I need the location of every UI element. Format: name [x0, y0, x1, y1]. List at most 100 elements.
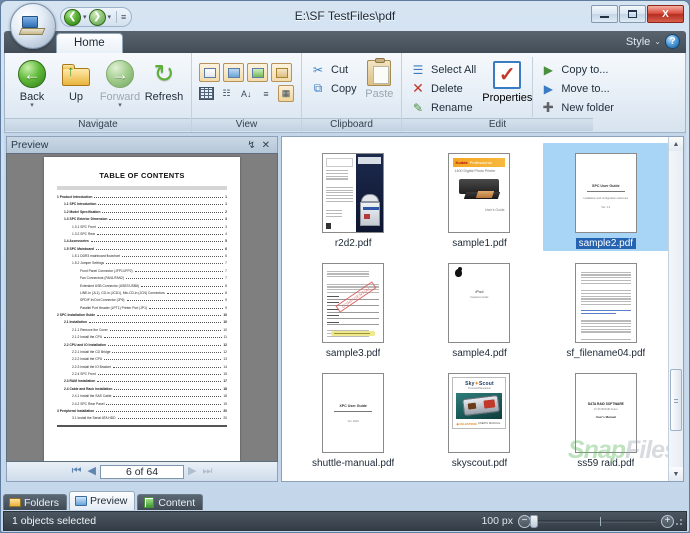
- view-content-pane-icon[interactable]: [247, 63, 268, 82]
- view-layout-toggles: ☷ A↓ ≡ ▦: [197, 84, 296, 103]
- pin-icon[interactable]: ↯: [244, 140, 258, 151]
- bottom-tab-content[interactable]: Content: [137, 494, 204, 510]
- view-sort-icon[interactable]: A↓: [238, 85, 254, 102]
- toc-entry-text: 1.3 SPC Exterior Dimension: [64, 217, 108, 222]
- file-item[interactable]: CONFIDENTIAL sample3.pdf: [290, 253, 416, 361]
- toc-entry: LINE-in (JL1), CD-in (JCD1), Mic-CD-in (…: [57, 291, 227, 296]
- computer-icon: [18, 16, 46, 36]
- tab-home[interactable]: Home: [56, 33, 123, 53]
- close-icon[interactable]: ✕: [259, 140, 273, 151]
- zoom-slider[interactable]: [530, 514, 656, 528]
- scissors-icon: ✂: [312, 62, 324, 77]
- file-item[interactable]: Kodak Professional 1400 Digital Photo Prin…: [416, 143, 542, 251]
- bottom-tab-preview[interactable]: Preview: [69, 491, 136, 510]
- next-page-button[interactable]: ▶: [186, 466, 198, 477]
- toc-leader-dots: [112, 350, 222, 353]
- rename-button[interactable]: ✎ Rename: [407, 98, 482, 117]
- toc-entry-page: 9: [225, 305, 227, 310]
- delete-button[interactable]: ✕ Delete: [407, 79, 482, 98]
- file-list-scrollbar[interactable]: ▲ ▼: [668, 137, 683, 481]
- paste-label: Paste: [365, 88, 394, 100]
- file-item[interactable]: DATA RAID SOFTWARE for SS 59 RAID Series U…: [543, 363, 669, 471]
- toc-entry: 2.1.2 Install the CPU 11: [57, 335, 227, 340]
- preview-pane-title: Preview: [11, 139, 49, 151]
- copy-button[interactable]: ⧉ Copy: [307, 79, 363, 98]
- toc-entry: 3 Peripheral Installation 20: [57, 409, 227, 414]
- toc-entry: SPDIF In/Out Connector (JP6) 9: [57, 298, 227, 303]
- toc-entry: 1.3.2 SPC Rear 4: [57, 232, 227, 237]
- file-item[interactable]: r2d2.pdf: [290, 143, 416, 251]
- maximize-button[interactable]: [619, 5, 646, 23]
- forward-dropdown-icon[interactable]: ▾: [98, 102, 142, 109]
- view-list-icon[interactable]: ☷: [219, 85, 235, 102]
- file-name-label: sf_filename04.pdf: [566, 348, 646, 359]
- bottom-tab-bar: Folders Preview Content: [3, 490, 275, 510]
- file-thumbnail: Kodak Professional 1400 Digital Photo Prin…: [448, 147, 511, 233]
- scroll-up-arrow-icon[interactable]: ▲: [669, 137, 683, 151]
- style-label[interactable]: Style: [626, 36, 650, 48]
- toc-entry-page: 10: [223, 327, 227, 332]
- back-button[interactable]: ← Back ▾: [10, 57, 54, 109]
- view-details-icon[interactable]: [271, 63, 292, 82]
- toc-entry-text: 2.3 RAM Installation: [64, 379, 96, 384]
- toc-leader-dots: [121, 254, 224, 257]
- back-dropdown-icon[interactable]: ▾: [10, 102, 54, 109]
- application-logo-orb[interactable]: [10, 3, 56, 49]
- help-icon[interactable]: ?: [665, 34, 680, 49]
- file-list-pane[interactable]: r2d2.pdf Kodak Professional 1400 Digital Ph…: [281, 136, 684, 482]
- close-button[interactable]: X: [647, 5, 684, 23]
- group-label-view: View: [192, 118, 301, 131]
- chevron-down-icon[interactable]: ⌄: [654, 37, 661, 46]
- file-item[interactable]: SPC User Guide Installation and configura…: [542, 143, 669, 251]
- refresh-button[interactable]: ↻ Refresh: [142, 57, 186, 103]
- toc-entry-text: 2.4.1 Install the SAS Cable: [72, 394, 112, 399]
- window-controls: X: [591, 5, 684, 23]
- pdf-page-thumbnail-icon: Sky✦Scout Personal Planetarium USER'S MANU…: [448, 373, 511, 453]
- forward-button[interactable]: → Forward ▾: [98, 57, 142, 109]
- first-page-button[interactable]: ⏮: [70, 466, 84, 477]
- toc-entry: 1.1 SPC Introduction 1: [57, 202, 227, 207]
- view-grid-icon[interactable]: [199, 85, 215, 102]
- page-indicator[interactable]: 6 of 64: [100, 464, 184, 479]
- zoom-slider-tick: [599, 516, 601, 526]
- preview-viewport[interactable]: TABLE OF CONTENTS 1 Product Introduction…: [6, 153, 278, 462]
- toc-entry-page: 14: [223, 364, 227, 369]
- properties-button[interactable]: ✓ Properties: [482, 57, 532, 104]
- last-page-button[interactable]: ⏭: [200, 466, 214, 477]
- toc-entry: Fan Connectors (FAN1/FAN2) 7: [57, 276, 227, 281]
- new-folder-button[interactable]: ➕ New folder: [537, 98, 620, 117]
- zoom-slider-thumb[interactable]: [530, 514, 538, 528]
- toc-entry-page: 13: [223, 357, 227, 362]
- file-thumbnail: [322, 147, 385, 233]
- file-item[interactable]: XPC User Guide Ver. 2010 shuttle-manual.pd…: [290, 363, 416, 471]
- previous-page-button[interactable]: ◀: [86, 466, 98, 477]
- toc-entry-text: 2.2.3 Install the IO Bracket: [72, 364, 111, 369]
- file-thumbnail: DATA RAID SOFTWARE for SS 59 RAID Series U…: [574, 367, 637, 453]
- file-item[interactable]: Sky✦Scout Personal Planetarium USER'S MANU…: [416, 363, 542, 471]
- move-to-icon: ▶: [543, 81, 553, 96]
- file-item[interactable]: sf_filename04.pdf: [543, 253, 669, 361]
- bottom-tab-folders[interactable]: Folders: [3, 494, 68, 510]
- scrollbar-thumb[interactable]: [670, 369, 682, 431]
- toc-entry-text: SPDIF In/Out Connector (JP6): [80, 298, 125, 303]
- resize-grip-icon[interactable]: [673, 518, 683, 528]
- file-thumbnail: SPC User Guide Installation and configura…: [574, 147, 637, 233]
- view-thumbnails-icon[interactable]: [223, 63, 244, 82]
- view-tiles-icon[interactable]: ▦: [277, 85, 295, 102]
- view-group-icon[interactable]: ≡: [258, 85, 274, 102]
- paste-button[interactable]: Paste: [363, 57, 396, 100]
- view-preview-pane-icon[interactable]: [199, 63, 220, 82]
- minimize-button[interactable]: [591, 5, 618, 23]
- select-all-button[interactable]: ☰ Select All: [407, 60, 482, 79]
- scroll-down-arrow-icon[interactable]: ▼: [669, 467, 683, 481]
- toc-entry-text: 3 Peripheral Installation: [57, 408, 95, 413]
- up-button[interactable]: ↑ Up: [54, 57, 98, 103]
- cut-button[interactable]: ✂ Cut: [307, 60, 363, 79]
- toc-entry-page: 18: [223, 386, 227, 391]
- toc-leader-dots: [97, 313, 222, 316]
- toc-leader-dots: [97, 225, 224, 228]
- copy-to-button[interactable]: ▶ Copy to...: [537, 60, 620, 79]
- file-item[interactable]: iPod Features Guide sample4.pdf: [416, 253, 542, 361]
- move-to-button[interactable]: ▶ Move to...: [537, 79, 620, 98]
- rename-icon: ✎: [412, 100, 424, 115]
